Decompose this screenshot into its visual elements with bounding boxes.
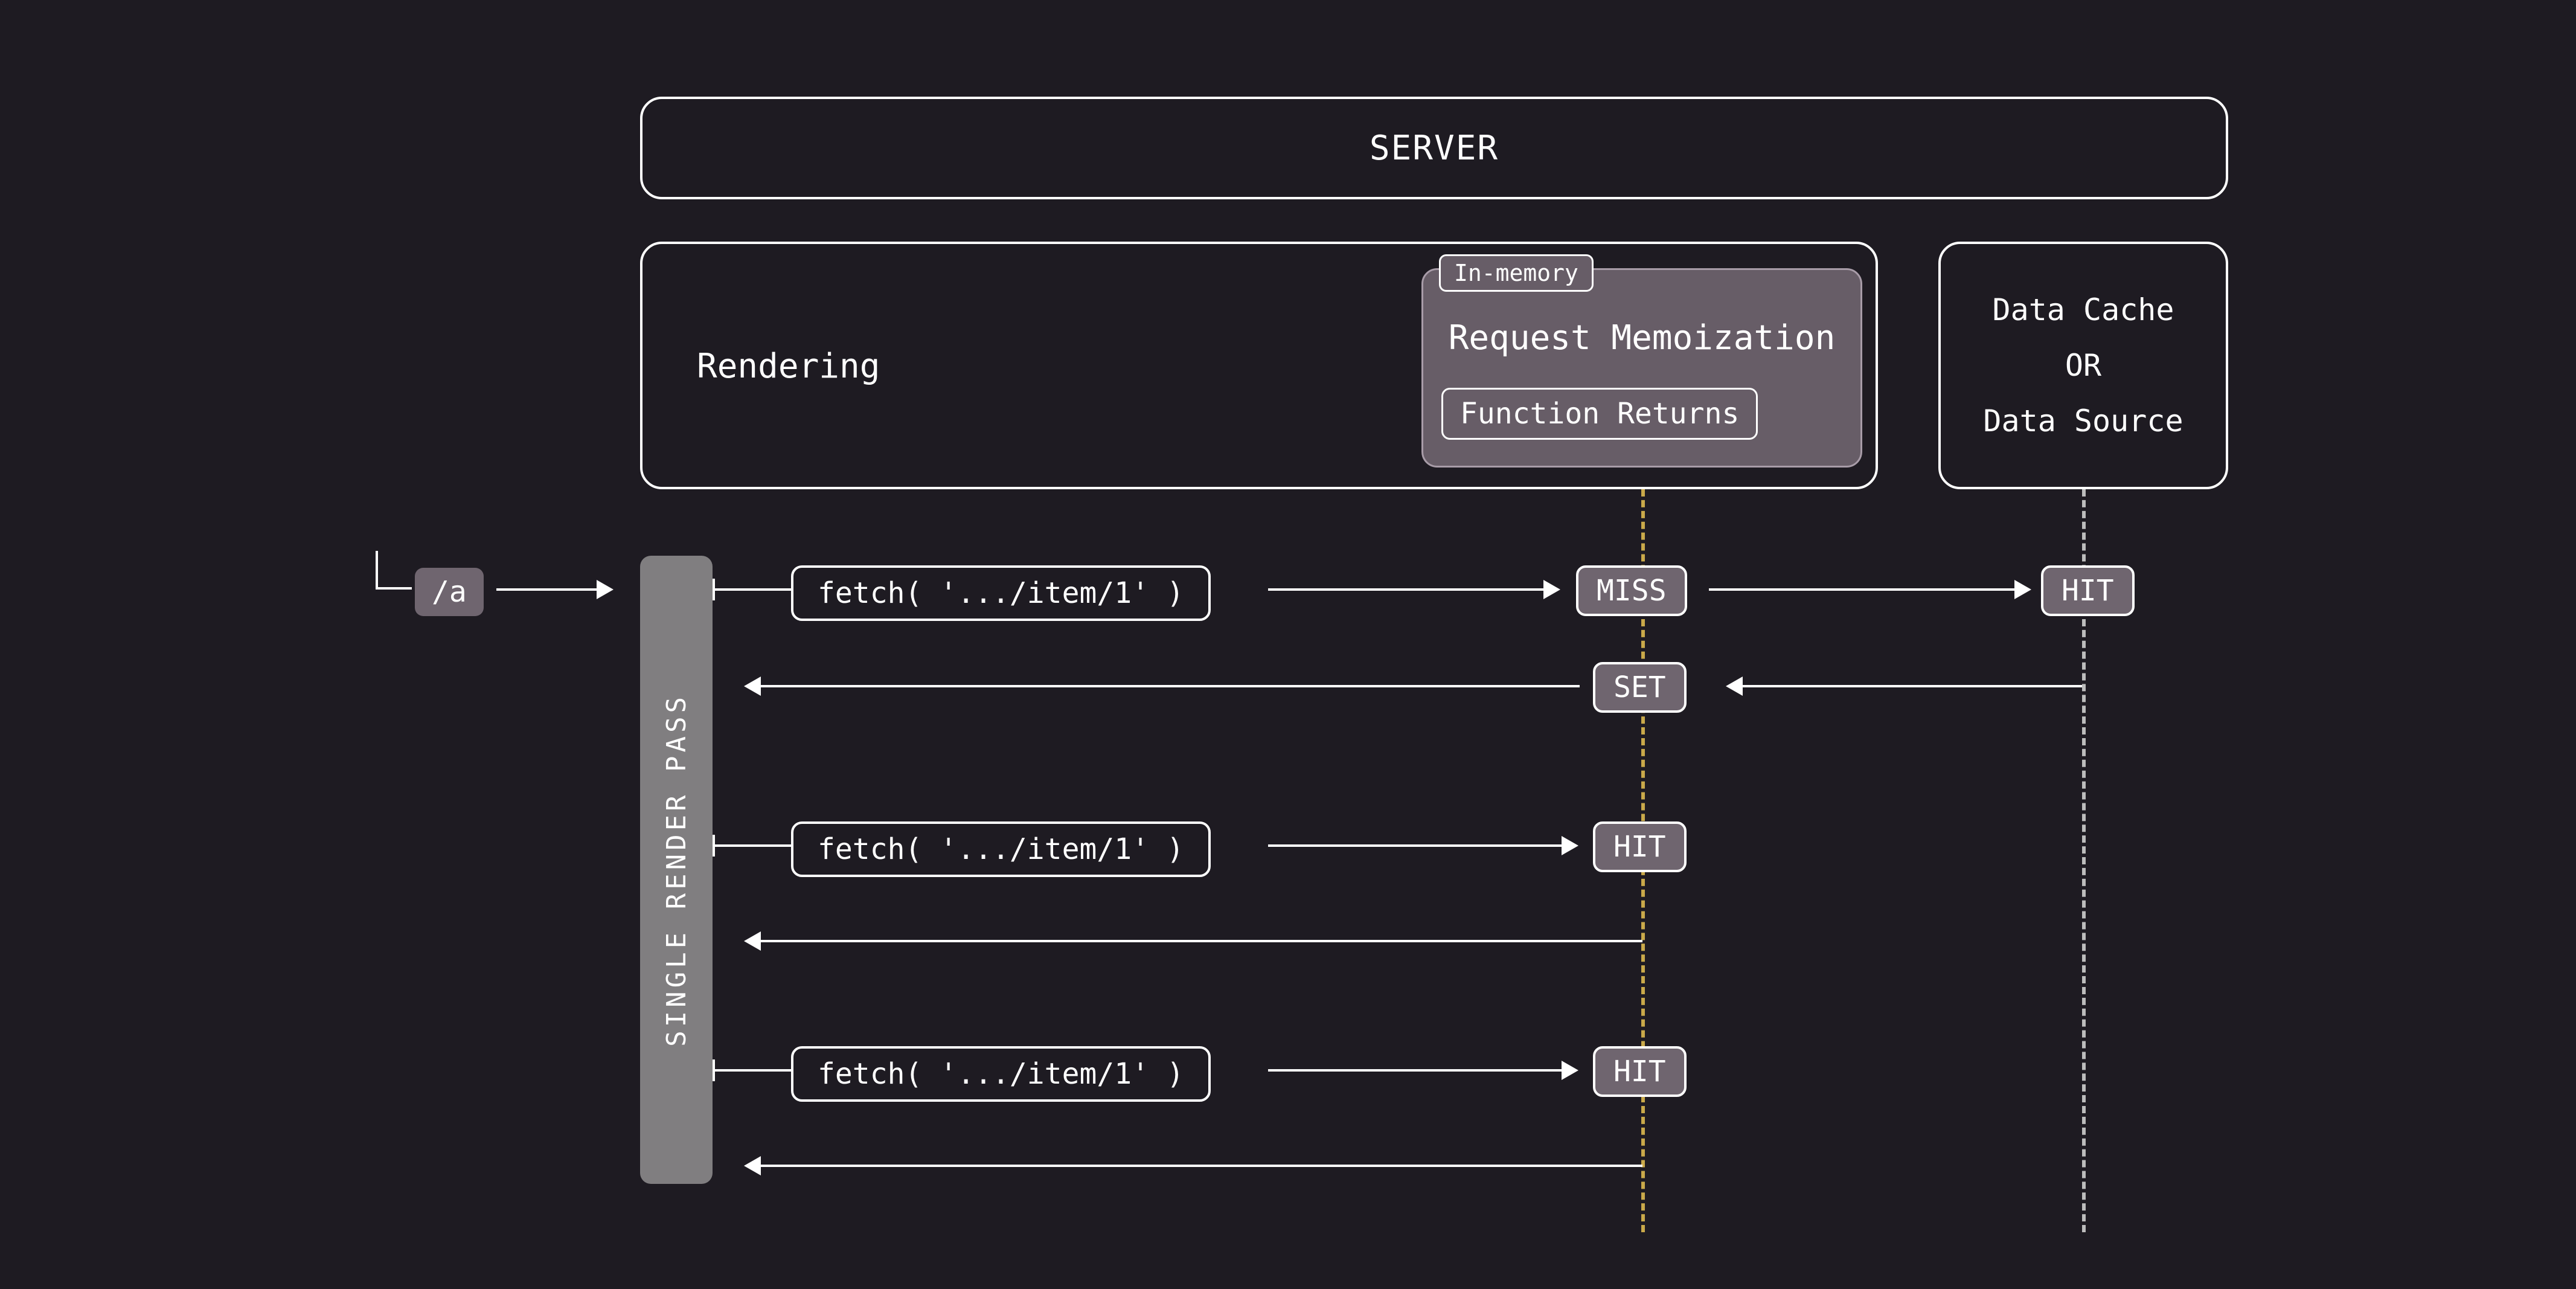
arrow-route-to-bar xyxy=(496,588,611,591)
arrow-miss-to-hit xyxy=(1709,588,2029,591)
memoization-box: In-memory Request Memoization Function R… xyxy=(1421,268,1862,468)
arrow-set-to-bar xyxy=(746,685,1580,687)
arrow-hit2-to-bar xyxy=(746,1165,1642,1167)
rendering-label: Rendering xyxy=(697,347,880,386)
single-render-pass-label: SINGLE RENDER PASS xyxy=(661,693,692,1047)
single-render-pass-bar: SINGLE RENDER PASS xyxy=(640,556,713,1184)
arrow-fetch3-to-hit xyxy=(1268,1069,1576,1072)
arrow-fetch2-to-hit xyxy=(1268,844,1576,847)
in-memory-badge: In-memory xyxy=(1439,254,1594,292)
connector-bar-to-fetch-2 xyxy=(713,844,791,847)
route-pill: /a xyxy=(415,568,484,616)
fetch-call-1: fetch( '.../item/1' ) xyxy=(791,565,1211,621)
fetch-call-2: fetch( '.../item/1' ) xyxy=(791,821,1211,877)
route-bracket xyxy=(376,551,412,590)
miss-badge: MISS xyxy=(1576,565,1687,616)
hit-datacache-badge: HIT xyxy=(2041,565,2135,616)
server-box: SERVER xyxy=(640,97,2228,199)
diagram-root: SERVER Rendering In-memory Request Memoi… xyxy=(0,0,2576,1289)
data-cache-l3: Data Source xyxy=(1983,403,2183,439)
set-badge: SET xyxy=(1593,662,1687,713)
data-cache-box: Data Cache OR Data Source xyxy=(1938,242,2228,489)
function-returns-box: Function Returns xyxy=(1441,388,1758,440)
data-cache-l1: Data Cache xyxy=(1992,292,2174,327)
connector-bar-to-fetch-3 xyxy=(713,1069,791,1072)
fetch-call-3: fetch( '.../item/1' ) xyxy=(791,1046,1211,1102)
hit-badge-2: HIT xyxy=(1593,1046,1687,1097)
connector-bar-to-fetch-1 xyxy=(713,588,791,591)
memoization-title: Request Memoization xyxy=(1423,318,1860,358)
arrow-datacache-to-set xyxy=(1728,685,2082,687)
arrow-fetch1-to-miss xyxy=(1268,588,1558,591)
rendering-box: Rendering In-memory Request Memoization … xyxy=(640,242,1878,489)
hit-badge-1: HIT xyxy=(1593,821,1687,872)
arrow-hit1-to-bar xyxy=(746,940,1642,942)
server-label: SERVER xyxy=(1370,129,1499,168)
data-cache-l2: OR xyxy=(2065,348,2101,383)
